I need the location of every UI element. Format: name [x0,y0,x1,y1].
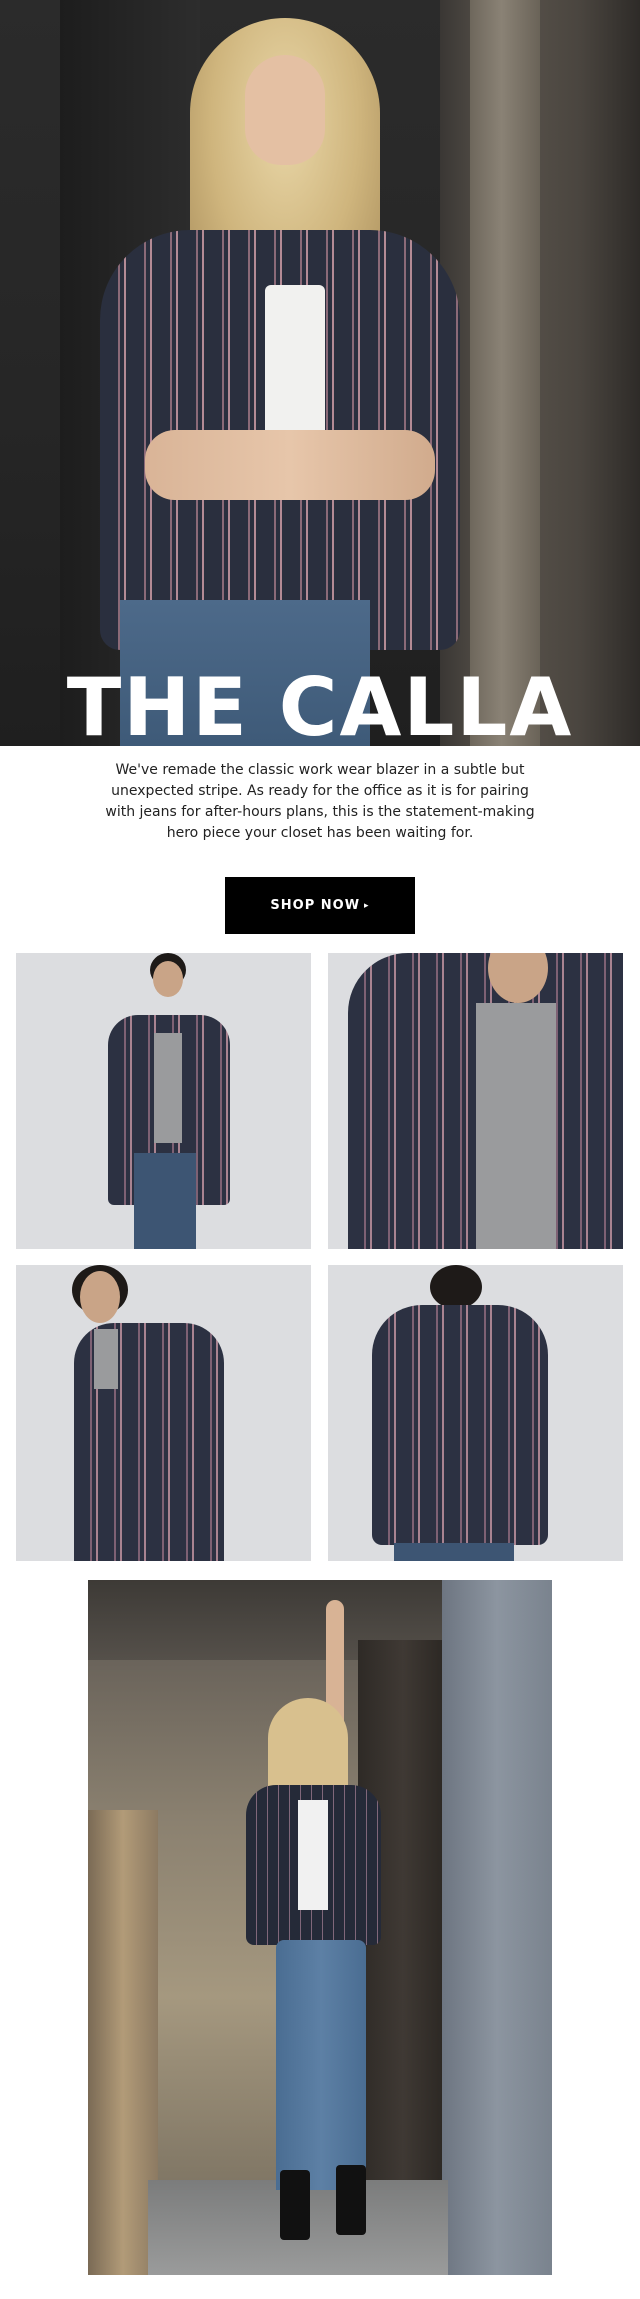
boot-right [336,2165,366,2235]
grey-tee [476,1003,556,1249]
hero-crossed-arms [145,430,435,500]
grey-tee [154,1033,182,1143]
caret-right-icon: ▸ [364,900,370,911]
jeans [134,1153,196,1249]
intro-text: We've remade the classic work wear blaze… [105,762,535,841]
jeans [276,1940,366,2190]
boot-left [280,2170,310,2240]
white-tee [298,1800,328,1910]
model-face [153,961,183,997]
shop-now-label: SHOP NOW [270,898,361,913]
product-image-detail[interactable] [328,953,623,1249]
hero-title: THE CALLA [66,661,574,747]
product-image-side[interactable] [16,1265,311,1561]
product-image-front[interactable] [16,953,311,1249]
hero-image[interactable]: THE CALLA [0,0,640,746]
product-image-back[interactable] [328,1265,623,1561]
hero-pillar [470,0,540,746]
grey-tee [94,1329,118,1389]
lifestyle-image[interactable] [88,1580,552,2275]
model-head [430,1265,482,1309]
concrete-wall [442,1580,552,2275]
blazer [372,1305,548,1545]
model-face [80,1271,120,1323]
jeans [394,1543,514,1561]
shop-now-button[interactable]: SHOP NOW ▸ [225,877,415,934]
hero-model-face [245,55,325,165]
